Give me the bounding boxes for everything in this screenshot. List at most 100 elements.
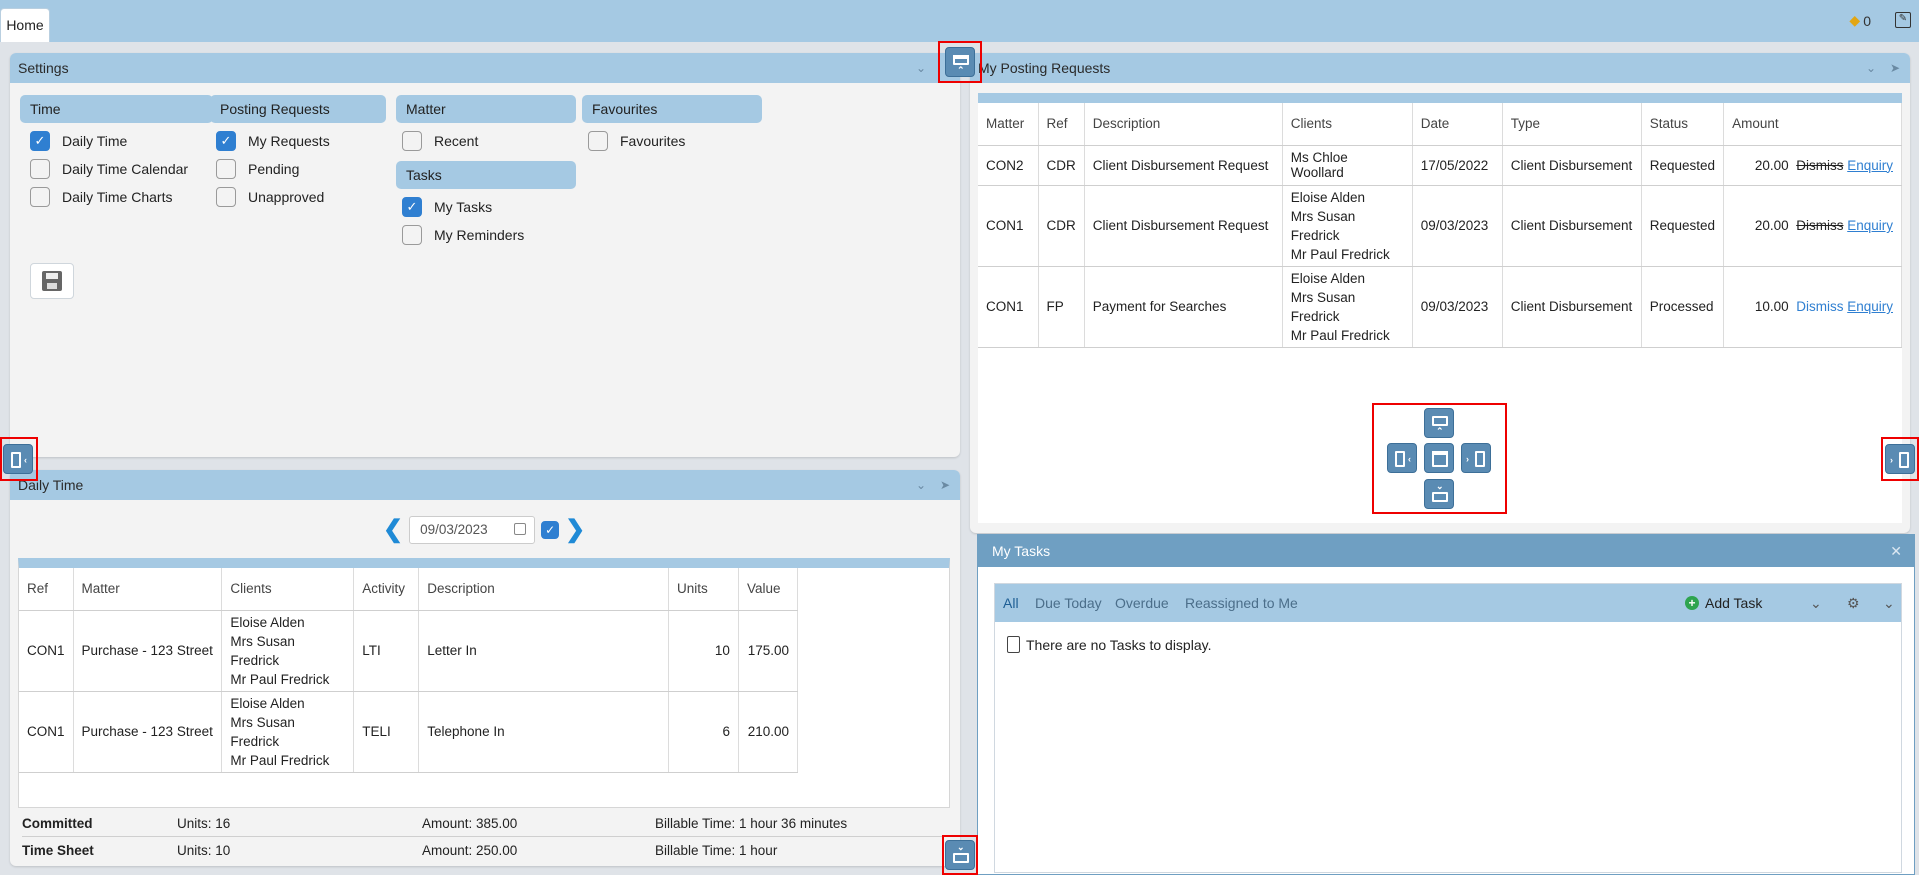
- checkbox[interactable]: [216, 187, 236, 207]
- close-icon[interactable]: ✕: [1890, 535, 1902, 567]
- table-header: Matter Ref Description Clients Date Type…: [978, 103, 1902, 146]
- dock-top-button[interactable]: ⌃: [945, 47, 975, 77]
- dismiss-link[interactable]: Dismiss: [1796, 218, 1843, 233]
- calendar-icon[interactable]: [514, 522, 527, 535]
- timesheet-row: Time Sheet Units: 10 Amount: 250.00 Bill…: [22, 843, 778, 858]
- checkbox-unapproved[interactable]: Unapproved: [216, 187, 324, 207]
- gear-icon[interactable]: ⚙: [1847, 584, 1860, 622]
- group-tasks: Tasks: [396, 161, 576, 189]
- tasks-toolbar: All Due Today Overdue Reassigned to Me +…: [995, 584, 1901, 622]
- group-favourites: Favourites: [582, 95, 762, 123]
- col-type[interactable]: Type: [1502, 103, 1642, 146]
- my-tasks-panel: My Tasks ✕ All Due Today Overdue Reassig…: [977, 534, 1915, 875]
- tab-reassigned[interactable]: Reassigned to Me: [1185, 584, 1298, 622]
- group-matter: Matter: [396, 95, 576, 123]
- table-header: Ref Matter Clients Activity Description …: [19, 568, 799, 611]
- dock-center-left-button[interactable]: ‹: [1387, 443, 1417, 473]
- today-checkbox[interactable]: ✓: [541, 520, 560, 539]
- col-clients[interactable]: Clients: [221, 568, 355, 611]
- checkbox-checked[interactable]: ✓: [216, 131, 236, 151]
- dock-center-fill-button[interactable]: [1424, 443, 1454, 473]
- daily-time-panel: Daily Time ⌄ ➤ ❮ 09/03/2023 ✓ ❯ Ref Matt…: [10, 470, 960, 866]
- top-bar: [0, 0, 1919, 42]
- checkbox-my-tasks[interactable]: ✓ My Tasks: [402, 197, 492, 217]
- chevron-down-icon[interactable]: ⌄: [1810, 584, 1822, 622]
- pin-icon[interactable]: ➤: [1890, 53, 1900, 83]
- col-matter[interactable]: Matter: [73, 568, 223, 611]
- checkbox-checked[interactable]: ✓: [402, 197, 422, 217]
- checkbox[interactable]: [402, 131, 422, 151]
- committed-row: Committed Units: 16 Amount: 385.00 Billa…: [22, 811, 952, 837]
- tab-overdue[interactable]: Overdue: [1115, 584, 1169, 622]
- group-time: Time: [20, 95, 213, 123]
- tab-due-today[interactable]: Due Today: [1035, 584, 1102, 622]
- my-tasks-header[interactable]: My Tasks ✕: [978, 535, 1914, 567]
- col-date[interactable]: Date: [1412, 103, 1503, 146]
- checkbox-checked[interactable]: ✓: [30, 131, 50, 151]
- checkbox-daily-time-charts[interactable]: Daily Time Charts: [30, 187, 172, 207]
- checkbox[interactable]: [588, 131, 608, 151]
- checkbox[interactable]: [402, 225, 422, 245]
- checkbox-my-requests[interactable]: ✓ My Requests: [216, 131, 330, 151]
- col-ref[interactable]: Ref: [19, 568, 74, 611]
- col-description[interactable]: Description: [418, 568, 669, 611]
- empty-tasks-message: There are no Tasks to display.: [1007, 636, 1211, 653]
- checkbox-favourites[interactable]: Favourites: [588, 131, 685, 151]
- chevron-down-icon[interactable]: ⌄: [916, 53, 926, 83]
- settings-header: Settings ⌄: [10, 53, 960, 83]
- add-task-button[interactable]: + Add Task: [1685, 584, 1762, 622]
- save-button[interactable]: [30, 263, 74, 299]
- pin-icon[interactable]: ➤: [940, 470, 950, 500]
- previous-day-icon[interactable]: ❮: [383, 515, 403, 544]
- col-ref[interactable]: Ref: [1038, 103, 1085, 146]
- col-amount[interactable]: Amount: [1723, 103, 1902, 146]
- checkbox[interactable]: [30, 159, 50, 179]
- table-row[interactable]: CON1 Purchase - 123 Street Eloise Alden M…: [19, 691, 799, 773]
- dock-center-top-button[interactable]: ⌃: [1424, 408, 1454, 438]
- dismiss-link[interactable]: Dismiss: [1796, 299, 1843, 314]
- dock-center-bottom-button[interactable]: ⌄: [1424, 479, 1454, 509]
- col-status[interactable]: Status: [1641, 103, 1725, 146]
- table-row[interactable]: CON2 CDR Client Disbursement Request Ms …: [978, 145, 1902, 186]
- col-description[interactable]: Description: [1084, 103, 1283, 146]
- checkbox-recent[interactable]: Recent: [402, 131, 478, 151]
- clients-cell: Eloise Alden Mrs Susan Fredrick Mr Paul Fr…: [1282, 266, 1413, 348]
- panel-title: My Posting Requests: [978, 60, 1111, 76]
- checkbox-my-reminders[interactable]: My Reminders: [402, 225, 524, 245]
- notification-count: 0: [1863, 12, 1871, 29]
- chevron-down-icon[interactable]: ⌄: [916, 470, 926, 500]
- enquiry-link[interactable]: Enquiry: [1847, 158, 1893, 173]
- dock-bottom-button[interactable]: ⌄: [945, 840, 975, 870]
- table-row[interactable]: CON1 FP Payment for Searches Eloise Alde…: [978, 266, 1902, 348]
- col-matter[interactable]: Matter: [978, 103, 1039, 146]
- edit-icon[interactable]: ✎: [1895, 12, 1911, 28]
- tab-home[interactable]: Home: [0, 8, 50, 42]
- date-input[interactable]: 09/03/2023: [409, 515, 536, 544]
- col-clients[interactable]: Clients: [1282, 103, 1413, 146]
- enquiry-link[interactable]: Enquiry: [1847, 299, 1893, 314]
- checkbox-daily-time[interactable]: ✓ Daily Time: [30, 131, 127, 151]
- chevron-down-icon[interactable]: ⌄: [1883, 584, 1895, 622]
- daily-time-table: Ref Matter Clients Activity Description …: [18, 558, 950, 808]
- tab-all[interactable]: All: [1003, 584, 1019, 622]
- checkbox-daily-time-calendar[interactable]: Daily Time Calendar: [30, 159, 188, 179]
- col-activity[interactable]: Activity: [353, 568, 420, 611]
- next-day-icon[interactable]: ❯: [565, 515, 585, 544]
- checkbox[interactable]: [30, 187, 50, 207]
- checkbox[interactable]: [216, 159, 236, 179]
- settings-panel: Settings ⌄ Time ✓ Daily Time Daily Time C…: [10, 53, 960, 457]
- notifications[interactable]: ◆ 0: [1849, 12, 1871, 29]
- col-value[interactable]: Value: [738, 568, 799, 611]
- table-row[interactable]: CON1 Purchase - 123 Street Eloise Alden M…: [19, 610, 799, 692]
- table-row[interactable]: CON1 CDR Client Disbursement Request Elo…: [978, 185, 1902, 267]
- col-units[interactable]: Units: [668, 568, 739, 611]
- dock-right-button[interactable]: ›: [1885, 444, 1915, 474]
- dock-left-button[interactable]: ‹: [3, 444, 33, 474]
- checkbox-pending[interactable]: Pending: [216, 159, 299, 179]
- enquiry-link[interactable]: Enquiry: [1847, 218, 1893, 233]
- dismiss-link[interactable]: Dismiss: [1796, 158, 1843, 173]
- posting-requests-header: My Posting Requests ⌄ ➤: [970, 53, 1910, 83]
- panel-title: Settings: [18, 60, 69, 76]
- chevron-down-icon[interactable]: ⌄: [1866, 53, 1876, 83]
- dock-center-right-button[interactable]: ›: [1461, 443, 1491, 473]
